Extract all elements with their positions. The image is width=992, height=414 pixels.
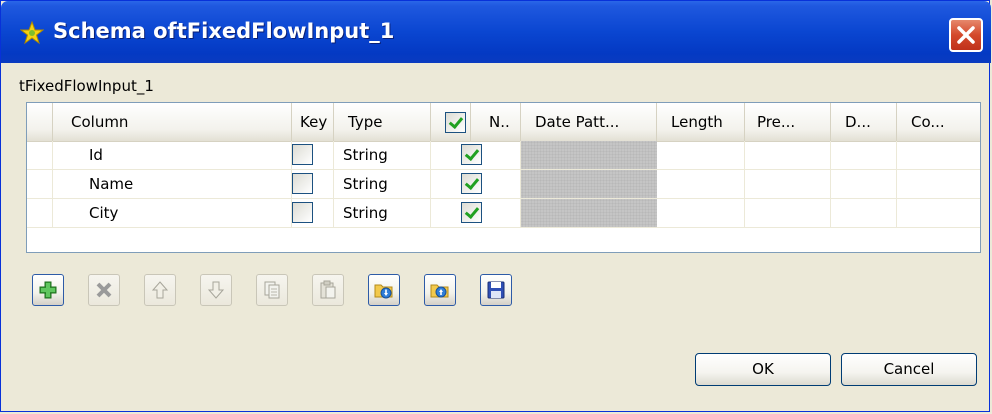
comment-cell[interactable] [897,170,980,198]
header-comment[interactable]: Co... [897,103,980,141]
type-cell[interactable]: String [334,199,431,227]
select-all-checkbox[interactable] [445,112,466,133]
key-checkbox[interactable] [292,144,313,165]
nullable-cell[interactable] [431,141,521,169]
import-schema-button[interactable] [368,274,400,306]
export-icon [430,284,449,298]
column-name-cell[interactable]: City [53,199,292,227]
delete-row-button[interactable] [88,274,120,306]
type-cell[interactable]: String [334,141,431,169]
copy-icon [264,281,280,299]
header-default[interactable]: D... [831,103,897,141]
column-name-cell[interactable]: Name [53,170,292,198]
header-date-pattern[interactable]: Date Patt... [521,103,657,141]
nullable-cell[interactable] [431,170,521,198]
schema-table[interactable]: Column Key Type N.. Date Patt... Length … [26,102,981,253]
key-cell[interactable] [292,141,334,169]
table-header: Column Key Type N.. Date Patt... Length … [27,103,980,142]
header-type[interactable]: Type [334,103,431,141]
key-cell[interactable] [292,170,334,198]
comment-cell[interactable] [897,141,980,169]
save-schema-button[interactable] [480,274,512,306]
default-cell[interactable] [831,141,897,169]
export-schema-button[interactable] [424,274,456,306]
star-icon [20,21,44,45]
header-nullable[interactable]: N.. [471,103,521,141]
row-spacer [27,170,53,198]
cancel-button[interactable]: Cancel [841,353,977,386]
key-checkbox[interactable] [292,173,313,194]
row-spacer [27,199,53,227]
add-row-button[interactable] [32,274,64,306]
plus-icon [39,281,57,299]
date-pattern-cell [521,199,657,227]
column-name-cell[interactable]: Id [53,141,292,169]
type-cell[interactable]: String [334,170,431,198]
schema-dialog: Schema oftFixedFlowInput_1 tFixedFlowInp… [0,0,991,412]
header-spacer [27,103,53,141]
delete-icon [96,282,112,298]
precision-cell[interactable] [745,199,831,227]
row-spacer [27,141,53,169]
length-cell[interactable] [657,170,745,198]
header-select-all[interactable] [431,103,471,141]
nullable-checkbox[interactable] [461,144,482,165]
table-row[interactable]: Name String [27,170,980,199]
paste-button[interactable] [312,274,344,306]
copy-button[interactable] [256,274,288,306]
key-checkbox[interactable] [292,202,313,223]
date-pattern-cell [521,141,657,169]
move-down-button[interactable] [200,274,232,306]
default-cell[interactable] [831,199,897,227]
arrow-down-icon [207,281,225,299]
nullable-checkbox[interactable] [461,202,482,223]
table-row[interactable]: Id String [27,141,980,170]
length-cell[interactable] [657,199,745,227]
ok-button[interactable]: OK [695,353,831,386]
header-column[interactable]: Column [53,103,292,141]
save-icon [487,281,505,299]
precision-cell[interactable] [745,141,831,169]
window-title: Schema oftFixedFlowInput_1 [53,19,395,43]
comment-cell[interactable] [897,199,980,227]
length-cell[interactable] [657,141,745,169]
close-button[interactable] [949,18,983,52]
date-pattern-cell [521,170,657,198]
default-cell[interactable] [831,170,897,198]
header-length[interactable]: Length [657,103,745,141]
arrow-up-icon [151,281,169,299]
import-icon [374,284,393,299]
header-key[interactable]: Key [292,103,334,141]
nullable-cell[interactable] [431,199,521,227]
paste-icon [320,280,336,299]
nullable-checkbox[interactable] [461,173,482,194]
title-bar[interactable]: Schema oftFixedFlowInput_1 [1,1,991,63]
precision-cell[interactable] [745,170,831,198]
move-up-button[interactable] [144,274,176,306]
close-icon [957,26,975,44]
table-row[interactable]: City String [27,199,980,228]
key-cell[interactable] [292,199,334,227]
component-name: tFixedFlowInput_1 [19,77,154,95]
header-precision[interactable]: Pre... [745,103,831,141]
